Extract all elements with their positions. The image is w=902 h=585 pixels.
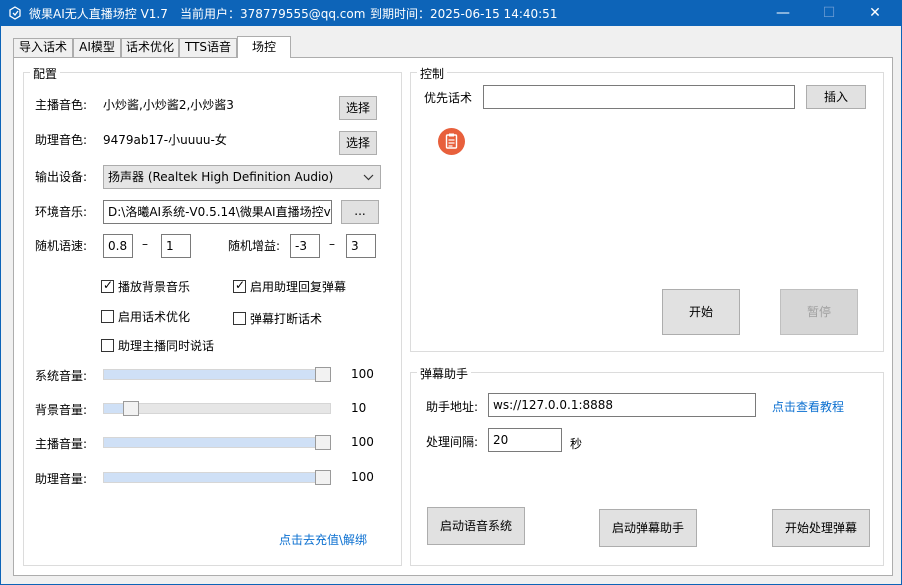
process-interval-label: 处理间隔: <box>426 435 479 449</box>
tab-page: 配置 主播音色: 小炒酱,小炒酱2,小炒酱3 选择 助理音色: 9479ab17… <box>13 57 893 576</box>
output-device-value: 扬声器 (Realtek High Definition Audio) <box>108 170 334 184</box>
title-bar: 微果AI无人直播场控 V1.7 当前用户：378779555@qq.com 到期… <box>0 0 902 26</box>
tab-live-control[interactable]: 场控 <box>237 36 291 58</box>
start-voice-system-button[interactable]: 启动语音系统 <box>427 507 525 545</box>
danmaku-interrupt-checkbox[interactable] <box>233 312 246 325</box>
host-volume-label: 主播音量: <box>35 437 88 451</box>
gain-max-field[interactable]: 3 <box>346 234 376 258</box>
assistant-reply-label: 启用助理回复弹幕 <box>250 280 347 294</box>
slider-thumb[interactable] <box>315 470 331 485</box>
host-volume-value: 100 <box>351 435 374 449</box>
config-title: 配置 <box>30 65 61 82</box>
danmaku-interrupt-label: 弹幕打断话术 <box>250 312 323 326</box>
host-voice-label: 主播音色: <box>35 98 88 112</box>
play-bgm-label: 播放背景音乐 <box>118 280 191 294</box>
select-assistant-voice-button[interactable]: 选择 <box>339 131 377 155</box>
pause-button[interactable]: 暂停 <box>780 289 858 335</box>
background-volume-label: 背景音量: <box>35 403 88 417</box>
script-optimize-checkbox[interactable] <box>101 310 114 323</box>
interval-unit: 秒 <box>570 437 583 451</box>
start-danmaku-helper-button[interactable]: 启动弹幕助手 <box>599 509 697 547</box>
assistant-voice-value: 9479ab17-小uuuu-女 <box>103 133 227 147</box>
output-device-label: 输出设备: <box>35 170 88 184</box>
slider-thumb[interactable] <box>123 401 139 416</box>
recharge-unbind-link[interactable]: 点击去充值\解绑 <box>279 531 367 548</box>
simultaneous-speak-label: 助理主播同时说话 <box>118 339 215 353</box>
gain-label: 随机增益: <box>228 239 281 253</box>
danmaku-title: 弹幕助手 <box>417 365 472 382</box>
ambient-music-path-field[interactable]: D:\洛曦AI系统-V0.5.14\微果AI直播场控v1 <box>103 200 332 224</box>
background-volume-slider[interactable] <box>103 401 331 416</box>
helper-address-label: 助手地址: <box>426 400 479 414</box>
assistant-volume-slider[interactable] <box>103 470 331 485</box>
current-user: 当前用户：378779555@qq.com <box>180 7 366 21</box>
slider-fill <box>104 473 330 482</box>
chevron-down-icon <box>363 174 374 181</box>
tab-script-optimize[interactable]: 话术优化 <box>121 38 179 57</box>
app-title: 微果AI无人直播场控 V1.7 <box>29 7 168 21</box>
slider-thumb[interactable] <box>315 435 331 450</box>
start-button[interactable]: 开始 <box>662 289 740 335</box>
gain-min-field[interactable]: -3 <box>290 234 320 258</box>
slider-fill <box>104 370 330 379</box>
window-client: 导入话术 AI模型 话术优化 TTS语音 场控 配置 主播音色: 小炒酱,小炒酱… <box>0 26 902 585</box>
ambient-music-label: 环境音乐: <box>35 205 88 219</box>
system-volume-value: 100 <box>351 367 374 381</box>
priority-script-label: 优先话术 <box>424 91 473 105</box>
speed-min-field[interactable]: 0.8 <box>103 234 133 258</box>
assistant-volume-label: 助理音量: <box>35 472 88 486</box>
play-bgm-checkbox[interactable]: ✓ <box>101 278 114 293</box>
speed-label: 随机语速: <box>35 239 88 253</box>
tab-ai-model[interactable]: AI模型 <box>73 38 121 57</box>
insert-button[interactable]: 插入 <box>806 85 866 109</box>
speed-range-separator: – <box>142 237 148 251</box>
simultaneous-speak-checkbox[interactable] <box>101 339 114 352</box>
close-icon[interactable]: ✕ <box>852 0 898 26</box>
check-icon: ✓ <box>235 278 246 292</box>
host-volume-slider[interactable] <box>103 435 331 450</box>
script-optimize-label: 启用话术优化 <box>118 310 191 324</box>
gain-range-separator: – <box>329 237 335 251</box>
helper-address-input[interactable]: ws://127.0.0.1:8888 <box>488 393 756 417</box>
tab-import-script[interactable]: 导入话术 <box>13 38 73 57</box>
check-icon: ✓ <box>103 278 114 292</box>
start-processing-danmaku-button[interactable]: 开始处理弹幕 <box>772 509 870 547</box>
app-logo-icon <box>9 6 21 20</box>
slider-thumb[interactable] <box>315 367 331 382</box>
select-host-voice-button[interactable]: 选择 <box>339 96 377 120</box>
priority-script-input[interactable] <box>483 85 795 109</box>
assistant-voice-label: 助理音色: <box>35 133 88 147</box>
maximize-icon[interactable]: ☐ <box>806 0 852 26</box>
host-voice-value: 小炒酱,小炒酱2,小炒酱3 <box>103 98 234 112</box>
assistant-reply-checkbox[interactable]: ✓ <box>233 278 246 293</box>
assistant-volume-value: 100 <box>351 470 374 484</box>
tab-tts-voice[interactable]: TTS语音 <box>179 38 237 57</box>
browse-music-button[interactable]: ... <box>341 200 379 224</box>
view-tutorial-link[interactable]: 点击查看教程 <box>772 398 844 415</box>
system-volume-label: 系统音量: <box>35 369 88 383</box>
clipboard-icon[interactable] <box>438 128 465 155</box>
minimize-icon[interactable]: — <box>760 0 806 26</box>
system-volume-slider[interactable] <box>103 367 331 382</box>
control-title: 控制 <box>417 65 448 82</box>
expiry-time: 到期时间：2025-06-15 14:40:51 <box>370 7 558 21</box>
output-device-select[interactable]: 扬声器 (Realtek High Definition Audio) <box>103 165 381 189</box>
slider-fill <box>104 438 330 447</box>
speed-max-field[interactable]: 1 <box>161 234 191 258</box>
process-interval-input[interactable]: 20 <box>488 428 562 452</box>
background-volume-value: 10 <box>351 401 367 415</box>
